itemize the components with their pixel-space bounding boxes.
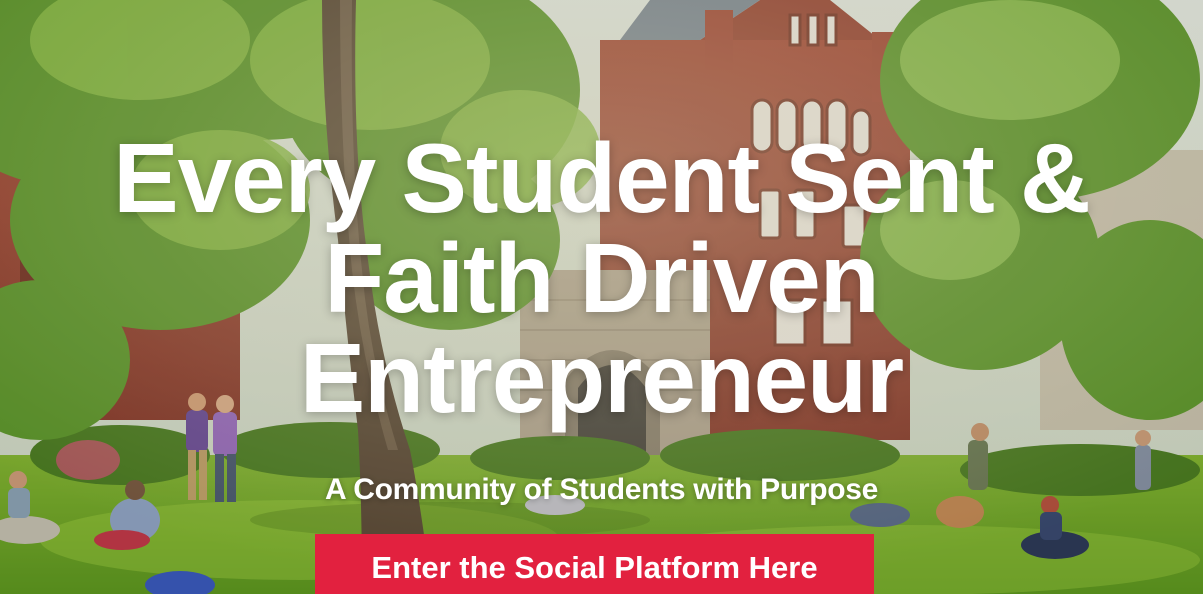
headline-line-1: Every Student Sent & [113, 123, 1091, 233]
hero-headline: Every Student Sent & Faith Driven Entrep… [40, 128, 1163, 428]
hero-content: Every Student Sent & Faith Driven Entrep… [0, 0, 1203, 594]
headline-line-2: Faith Driven [324, 223, 879, 333]
hero-section: Every Student Sent & Faith Driven Entrep… [0, 0, 1203, 594]
enter-social-platform-button[interactable]: Enter the Social Platform Here [315, 534, 874, 594]
headline-line-3: Entrepreneur [299, 323, 904, 433]
cta-label: Enter the Social Platform Here [371, 550, 818, 585]
hero-subtitle: A Community of Students with Purpose [324, 473, 879, 506]
